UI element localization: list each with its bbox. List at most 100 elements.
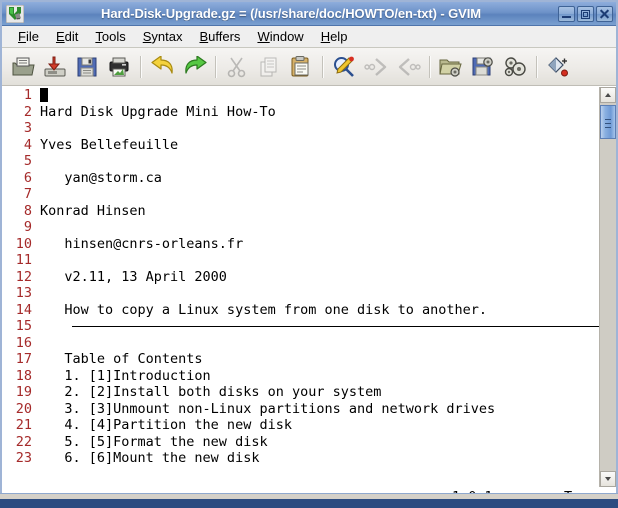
line-number: 14: [15, 301, 32, 318]
line-number: 12: [15, 268, 32, 285]
line-text: [32, 252, 40, 269]
line-text: 4. [4]Partition the new disk: [40, 417, 292, 433]
find-prev-icon: [393, 52, 423, 82]
line-number: 8: [23, 202, 32, 219]
line-number: 9: [23, 219, 32, 235]
line-number: 13: [15, 285, 32, 301]
editor-line: 12 v2.11, 13 April 2000: [4, 269, 599, 286]
scrollbar-track[interactable]: [600, 103, 616, 471]
menu-help-label: elp: [330, 29, 348, 44]
menu-window[interactable]: Window: [249, 28, 312, 45]
editor-line: 20 3. [3]Unmount non-Linux partitions an…: [4, 401, 599, 418]
menu-tools[interactable]: Tools: [87, 28, 134, 45]
redo-icon[interactable]: [179, 52, 209, 82]
line-text: 6. [6]Mount the new disk: [40, 450, 260, 466]
line-number: 5: [23, 153, 32, 169]
save-icon[interactable]: [72, 52, 102, 82]
line-number: 7: [23, 186, 32, 202]
menu-syntax[interactable]: Syntax: [135, 28, 192, 45]
line-number: 2: [23, 103, 32, 120]
line-number: 19: [15, 384, 32, 400]
editor-line: 13: [4, 285, 599, 302]
editor-line: 4 Yves Bellefeuille: [4, 137, 599, 154]
line-text: 5. [5]Format the new disk: [40, 433, 268, 450]
line-number: 23: [15, 450, 32, 466]
undo-icon[interactable]: [147, 52, 177, 82]
menu-buffers[interactable]: Buffers: [191, 28, 249, 45]
save-session-icon[interactable]: [468, 52, 498, 82]
vertical-scrollbar[interactable]: [599, 87, 616, 487]
run-script-icon[interactable]: [500, 52, 530, 82]
open-file-icon[interactable]: [8, 52, 38, 82]
line-number: 15: [15, 318, 32, 334]
menu-buffers-label: uffers: [208, 29, 241, 44]
toolbar-separator: [215, 55, 217, 78]
menu-syntax-label: yntax: [151, 29, 183, 44]
save-as-icon[interactable]: [40, 52, 70, 82]
menu-tools-label: ools: [101, 29, 126, 44]
close-button[interactable]: [596, 5, 613, 22]
editor-area: 1 2 Hard Disk Upgrade Mini How-To 3 4 Yves…: [2, 86, 616, 487]
find-icon[interactable]: [329, 52, 359, 82]
menu-help-accel: H: [320, 29, 331, 44]
cut-icon: [222, 52, 252, 82]
toolbar-separator: [429, 55, 431, 78]
line-number: 18: [15, 367, 32, 384]
desktop-taskbar-edge: [0, 499, 618, 508]
menu-window-label: indow: [269, 29, 304, 44]
editor-line: 9: [4, 219, 599, 236]
title-bar[interactable]: Hard-Disk-Upgrade.gz = (/usr/share/doc/H…: [2, 2, 616, 26]
menu-help[interactable]: Help: [313, 28, 357, 45]
line-text: [32, 153, 40, 170]
editor-line: 19 2. [2]Install both disks on your syst…: [4, 384, 599, 401]
line-number: 21: [15, 417, 32, 433]
toolbar-separator: [536, 55, 538, 78]
editor-line: 23 6. [6]Mount the new disk: [4, 450, 599, 467]
window-title: Hard-Disk-Upgrade.gz = (/usr/share/doc/H…: [101, 6, 481, 21]
line-text: 3. [3]Unmount non-Linux partitions and n…: [40, 400, 496, 417]
line-text: [32, 186, 40, 203]
scroll-up-icon[interactable]: [600, 87, 616, 103]
line-text: [32, 335, 40, 352]
scrollbar-thumb[interactable]: [600, 105, 616, 139]
editor-line: 10 hinsen@cnrs-orleans.fr: [4, 236, 599, 253]
line-number: 17: [15, 351, 32, 367]
toolbar-separator: [140, 55, 142, 78]
copy-icon: [254, 52, 284, 82]
editor-line: 21 4. [4]Partition the new disk: [4, 417, 599, 434]
editor-line: 22 5. [5]Format the new disk: [4, 434, 599, 451]
editor-line: 15: [4, 318, 599, 335]
vim-icon: [5, 4, 25, 23]
paste-icon[interactable]: [286, 52, 316, 82]
text-buffer[interactable]: 1 2 Hard Disk Upgrade Mini How-To 3 4 Yves…: [2, 87, 599, 487]
toolbar-separator: [322, 55, 324, 78]
menu-file[interactable]: File: [10, 28, 48, 45]
menu-edit[interactable]: Edit: [48, 28, 87, 45]
line-number: 20: [15, 400, 32, 417]
print-icon[interactable]: [104, 52, 134, 82]
scroll-down-icon[interactable]: [600, 471, 616, 487]
menu-bar: File Edit Tools Syntax Buffers Window He…: [2, 26, 616, 48]
editor-line: 2 Hard Disk Upgrade Mini How-To: [4, 104, 599, 121]
line-text: [32, 87, 48, 104]
gvim-window: Hard-Disk-Upgrade.gz = (/usr/share/doc/H…: [0, 0, 618, 508]
line-text: How to copy a Linux system from one disk…: [40, 301, 488, 318]
editor-line: 17 Table of Contents: [4, 351, 599, 368]
line-text: [32, 285, 40, 302]
line-text: [32, 219, 40, 236]
line-text: Konrad Hinsen: [40, 202, 146, 219]
maximize-button[interactable]: [577, 5, 594, 22]
line-text: Hard Disk Upgrade Mini How-To: [40, 103, 276, 120]
editor-line: 8 Konrad Hinsen: [4, 203, 599, 220]
minimize-button[interactable]: [558, 5, 575, 22]
line-text: 2. [2]Install both disks on your system: [40, 384, 382, 400]
load-session-icon[interactable]: [436, 52, 466, 82]
editor-line: 6 yan@storm.ca: [4, 170, 599, 187]
line-text: Yves Bellefeuille: [40, 136, 179, 153]
editor-line: 16: [4, 335, 599, 352]
line-text: [32, 318, 599, 335]
make-icon[interactable]: [543, 52, 573, 82]
line-number: 4: [23, 136, 32, 153]
line-number: 22: [15, 433, 32, 450]
line-text: [32, 120, 40, 137]
